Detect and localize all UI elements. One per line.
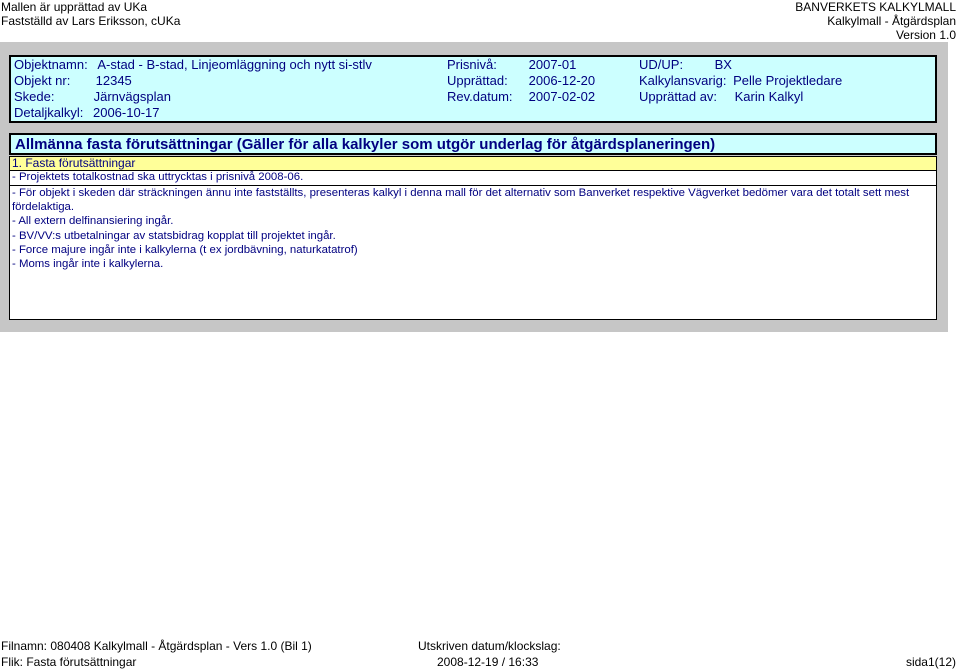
conditions-first-line: - Projektets totalkostnad ska uttrycktas… [10, 171, 936, 186]
upprattad-av-value: Karin Kalkyl [734, 89, 804, 104]
header-version: Version 1.0 [895, 28, 956, 42]
upprattad-av-row: Upprättad av: Karin Kalkyl [639, 89, 803, 104]
detaljkalkyl-value: 2006-10-17 [92, 105, 160, 120]
objektnamn-value: A-stad - B-stad, Linjeomläggning och nyt… [97, 57, 372, 72]
prisniva-row: Prisnivå: 2007-01 [447, 57, 576, 72]
conditions-item: - För objekt i skeden där sträckningen ä… [12, 186, 910, 214]
footer-printed: Utskriven datum/klockslag: 2008-12-19 / … [418, 638, 561, 670]
udup-value: BX [714, 57, 732, 72]
header-approved: Fastställd av Lars Eriksson, cUKa [1, 14, 181, 28]
revdatum-label: Rev.datum: [447, 89, 513, 104]
section-title: Allmänna fasta förutsättningar (Gäller f… [9, 133, 937, 155]
footer-left: Filnamn: 080408 Kalkylmall - Åtgärdsplan… [1, 638, 312, 670]
revdatum-row: Rev.datum: 2007-02-02 [447, 89, 595, 104]
objektnr-value: 12345 [95, 73, 132, 88]
upprattad-value: 2006-12-20 [528, 73, 596, 88]
kalkylansvarig-row: Kalkylansvarig: Pelle Projektledare [639, 73, 842, 88]
udup-row: UD/UP: BX [639, 57, 732, 72]
objektnr-label: Objekt nr: [14, 73, 71, 88]
objektnamn-row: Objektnamn: A-stad - B-stad, Linjeomlägg… [14, 57, 372, 72]
header-left: Mallen är upprättad av UKa Fastställd av… [1, 0, 180, 28]
upprattad-label: Upprättad: [447, 73, 508, 88]
project-info-box: Objektnamn: A-stad - B-stad, Linjeomlägg… [9, 55, 937, 123]
conditions-item: - All extern delfinansiering ingår. [12, 215, 174, 228]
footer-page-number: sida1(12) [905, 655, 956, 669]
objektnamn-label: Objektnamn: [14, 57, 88, 72]
conditions-item: - BV/VV:s utbetalningar av statsbidrag k… [12, 229, 336, 242]
detaljkalkyl-row: Detaljkalkyl: 2006-10-17 [14, 105, 159, 120]
upprattad-av-label: Upprättad av: [639, 89, 718, 104]
header-org-title: BANVERKETS KALKYLMALL [795, 0, 956, 14]
kalkylansvarig-label: Kalkylansvarig: [639, 73, 727, 88]
header-right: BANVERKETS KALKYLMALL Kalkylmall - Åtgär… [795, 0, 956, 42]
header-template-name: Kalkylmall - Åtgärdsplan [827, 14, 956, 28]
objektnr-row: Objekt nr: 12345 [14, 73, 132, 88]
footer-filename: Filnamn: 080408 Kalkylmall - Åtgärdsplan… [1, 639, 312, 653]
kalkylansvarig-value: Pelle Projektledare [733, 73, 843, 88]
skede-value: Järnvägsplan [93, 89, 171, 104]
udup-label: UD/UP: [639, 57, 684, 72]
footer-sheet-name: Flik: Fasta förutsättningar [1, 655, 137, 669]
prisniva-label: Prisnivå: [447, 57, 497, 72]
conditions-subheading: 1. Fasta förutsättningar [10, 157, 936, 171]
conditions-item: - Moms ingår inte i kalkylerna. [12, 258, 164, 271]
footer-printed-label: Utskriven datum/klockslag: [418, 639, 561, 653]
detaljkalkyl-label: Detaljkalkyl: [14, 105, 84, 120]
conditions-item: - Force majure ingår inte i kalkylerna (… [12, 243, 358, 256]
skede-label: Skede: [14, 89, 55, 104]
conditions-list: - För objekt i skeden där sträckningen ä… [10, 186, 936, 272]
prisniva-value: 2007-01 [528, 57, 577, 72]
conditions-box: 1. Fasta förutsättningar - Projektets to… [9, 156, 937, 320]
skede-row: Skede: Järnvägsplan [14, 89, 171, 104]
revdatum-value: 2007-02-02 [528, 89, 596, 104]
header-author: Mallen är upprättad av UKa [1, 0, 148, 14]
upprattad-row: Upprättad: 2006-12-20 [447, 73, 595, 88]
footer-printed-value: 2008-12-19 / 16:33 [437, 655, 539, 669]
